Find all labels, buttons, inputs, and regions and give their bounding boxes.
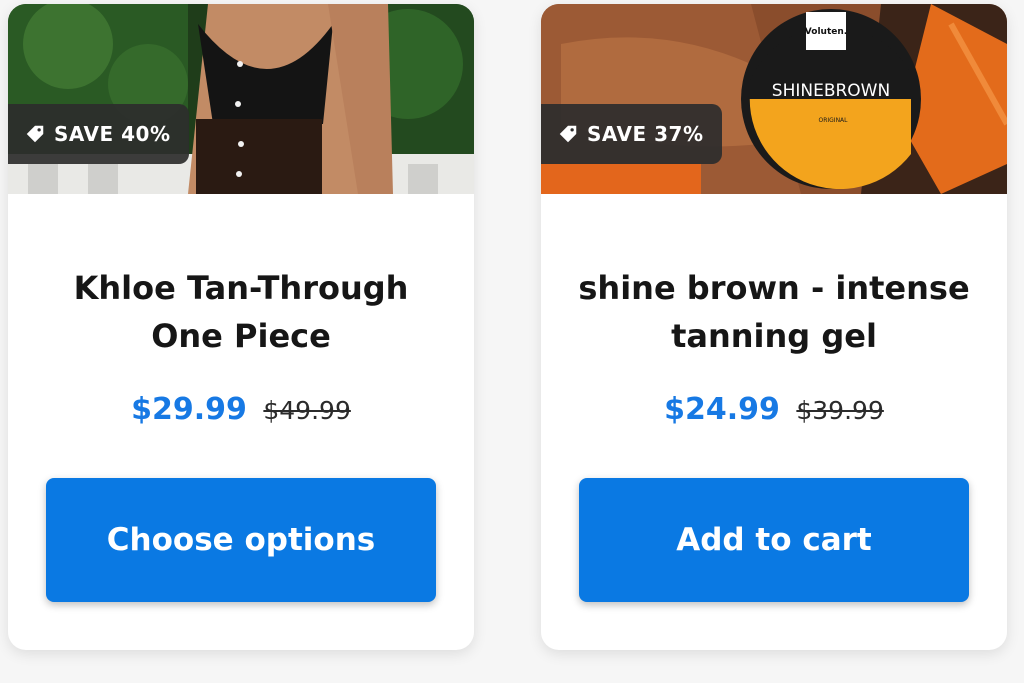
sale-price: $29.99 — [131, 392, 247, 427]
product-title[interactable]: Khloe Tan-Through One Piece — [38, 264, 444, 360]
tag-icon — [559, 125, 577, 143]
product-image-tanning-gel: Voluten. SHINEBROWN ORIGINAL — [541, 4, 1007, 194]
price-row: $24.99 $39.99 — [571, 392, 977, 429]
product-image[interactable]: SAVE 40% — [8, 4, 474, 194]
product-image[interactable]: Voluten. SHINEBROWN ORIGINAL SAVE 37% — [541, 4, 1007, 194]
product-card: Voluten. SHINEBROWN ORIGINAL SAVE 37% sh… — [541, 4, 1007, 650]
product-grid: SAVE 40% Khloe Tan-Through One Piece $29… — [0, 0, 1024, 683]
price-row: $29.99 $49.99 — [38, 392, 444, 429]
save-badge-label: SAVE 40% — [54, 122, 171, 146]
tag-icon — [26, 125, 44, 143]
save-badge: SAVE 37% — [541, 104, 722, 164]
original-price: $49.99 — [263, 396, 351, 425]
original-price: $39.99 — [796, 396, 884, 425]
product-card: SAVE 40% Khloe Tan-Through One Piece $29… — [8, 4, 474, 650]
product-title[interactable]: shine brown - intense tanning gel — [571, 264, 977, 360]
product-image-swimsuit — [8, 4, 474, 194]
choose-options-button[interactable]: Choose options — [46, 478, 436, 602]
save-badge: SAVE 40% — [8, 104, 189, 164]
save-badge-label: SAVE 37% — [587, 122, 704, 146]
image-product-text: SHINEBROWN — [772, 81, 890, 101]
sale-price: $24.99 — [664, 392, 780, 427]
image-brand-text: Voluten. — [805, 27, 847, 37]
image-variant-text: ORIGINAL — [818, 117, 848, 124]
add-to-cart-button[interactable]: Add to cart — [579, 478, 969, 602]
